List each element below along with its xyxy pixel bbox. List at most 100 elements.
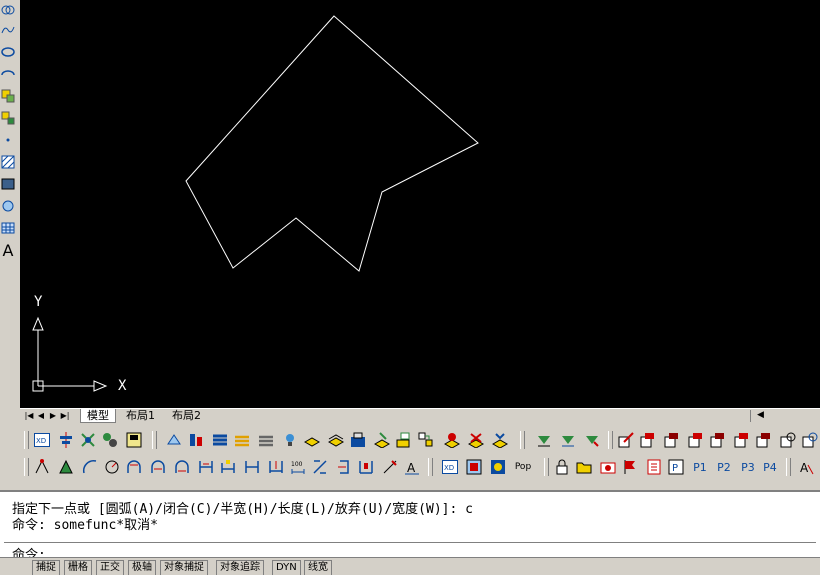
- p1-button[interactable]: P1: [690, 459, 710, 475]
- p-icon[interactable]: P: [668, 459, 684, 475]
- xref-bind-icon[interactable]: XD: [442, 459, 458, 475]
- p3-button[interactable]: P3: [738, 459, 758, 475]
- dim-icon-2[interactable]: [58, 459, 74, 475]
- dim-icon-3[interactable]: [82, 459, 98, 475]
- dim-icon-4[interactable]: [104, 459, 120, 475]
- layer-icon-13[interactable]: [492, 432, 508, 448]
- down-arrow-green-icon-1[interactable]: [536, 432, 552, 448]
- layer-icon-5[interactable]: [304, 432, 320, 448]
- align-icon[interactable]: [58, 432, 74, 448]
- dyn-toggle[interactable]: DYN: [272, 560, 301, 575]
- xref-icon[interactable]: XD: [34, 432, 50, 448]
- p2-button[interactable]: P2: [714, 459, 734, 475]
- dim-icon-12[interactable]: 100: [290, 459, 306, 475]
- pop-button[interactable]: Pop: [512, 459, 534, 475]
- osnap-toggle[interactable]: 对象捕捉: [160, 560, 208, 575]
- lineweight-toggle[interactable]: 线宽: [304, 560, 332, 575]
- open-folder-icon[interactable]: [576, 459, 592, 475]
- light-bulb-icon[interactable]: [282, 432, 298, 448]
- dim-icon-7[interactable]: [174, 459, 190, 475]
- next-tab-icon[interactable]: ▶: [48, 410, 58, 421]
- scroll-left-icon[interactable]: ◀: [757, 410, 764, 420]
- hatch-icon[interactable]: [0, 154, 16, 170]
- toolbar-grip[interactable]: [24, 458, 29, 476]
- otrack-toggle[interactable]: 对象追踪: [216, 560, 264, 575]
- dim-icon-11[interactable]: [268, 459, 284, 475]
- modify-icon-6[interactable]: [734, 432, 750, 448]
- marker-icon[interactable]: [646, 459, 662, 475]
- toolbar-grip[interactable]: [428, 458, 433, 476]
- dim-text-icon[interactable]: A: [404, 459, 420, 475]
- toolbar-grip[interactable]: [608, 431, 613, 449]
- polar-toggle[interactable]: 极轴: [128, 560, 156, 575]
- modify-icon-4[interactable]: [688, 432, 704, 448]
- point-icon[interactable]: [0, 132, 16, 148]
- grid-toggle[interactable]: 栅格: [64, 560, 92, 575]
- text-style-icon[interactable]: A: [798, 459, 814, 475]
- camera-icon[interactable]: [600, 459, 616, 475]
- ellipse-arc-icon[interactable]: [0, 66, 16, 82]
- dim-icon-10[interactable]: [244, 459, 260, 475]
- layer-icon-4[interactable]: [258, 432, 274, 448]
- dim-icon-6[interactable]: [150, 459, 166, 475]
- dim-icon-9[interactable]: [220, 459, 236, 475]
- dim-icon-1[interactable]: [34, 459, 50, 475]
- text-icon[interactable]: A: [0, 241, 16, 260]
- toolbar-grip[interactable]: [24, 431, 29, 449]
- tab-model[interactable]: 模型: [80, 409, 116, 423]
- ortho-toggle[interactable]: 正交: [96, 560, 124, 575]
- ellipse-icon[interactable]: [0, 44, 16, 60]
- flag-icon[interactable]: [622, 459, 638, 475]
- toolbar-grip[interactable]: [544, 458, 549, 476]
- modify-icon-3[interactable]: [664, 432, 680, 448]
- layer-icon-10[interactable]: [418, 432, 434, 448]
- first-tab-icon[interactable]: |◀: [24, 410, 34, 421]
- boundary-icon[interactable]: [0, 198, 16, 214]
- p4-button[interactable]: P4: [760, 459, 780, 475]
- spline-icon[interactable]: [0, 22, 16, 38]
- region-icon[interactable]: [0, 176, 16, 192]
- make-block-icon[interactable]: [0, 110, 16, 126]
- tab-layout2[interactable]: 布局2: [166, 409, 207, 422]
- toolbar-grip[interactable]: [520, 431, 525, 449]
- dim-icon-8[interactable]: [198, 459, 214, 475]
- modify-icon-7[interactable]: [756, 432, 772, 448]
- dim-icon-15[interactable]: [358, 459, 374, 475]
- toolbar-grip[interactable]: [152, 431, 157, 449]
- layer-icon-1[interactable]: [166, 432, 182, 448]
- layer-icon-12[interactable]: [468, 432, 484, 448]
- modify-icon-5[interactable]: [710, 432, 726, 448]
- modify-icon-2[interactable]: [640, 432, 656, 448]
- prev-tab-icon[interactable]: ◀: [36, 410, 46, 421]
- insert-block-icon[interactable]: [0, 88, 16, 104]
- dim-icon-14[interactable]: [336, 459, 352, 475]
- dim-icon-16[interactable]: [382, 459, 398, 475]
- modify-icon-9[interactable]: [802, 432, 818, 448]
- explode-icon[interactable]: [80, 432, 96, 448]
- last-tab-icon[interactable]: ▶|: [60, 410, 70, 421]
- image-icon[interactable]: [466, 459, 482, 475]
- dim-icon-13[interactable]: [312, 459, 328, 475]
- toolbar-grip[interactable]: [786, 458, 791, 476]
- cloud-icon[interactable]: [0, 2, 16, 18]
- layer-icon-11[interactable]: [444, 432, 460, 448]
- layer-icon-6[interactable]: [328, 432, 344, 448]
- properties-icon[interactable]: [102, 432, 118, 448]
- save-icon[interactable]: [126, 432, 142, 448]
- layer-manager-icon[interactable]: [212, 432, 228, 448]
- modify-icon-1[interactable]: [618, 432, 634, 448]
- layer-icon-2[interactable]: [188, 432, 204, 448]
- drawing-canvas[interactable]: Y X: [20, 0, 820, 408]
- lock-icon[interactable]: [554, 459, 570, 475]
- tab-layout1[interactable]: 布局1: [120, 409, 161, 422]
- info-icon[interactable]: [490, 459, 506, 475]
- table-icon[interactable]: [0, 220, 16, 236]
- layer-icon-9[interactable]: [396, 432, 412, 448]
- modify-icon-8[interactable]: [780, 432, 796, 448]
- layer-icon-3[interactable]: [234, 432, 250, 448]
- dim-icon-5[interactable]: [126, 459, 142, 475]
- layer-icon-8[interactable]: [374, 432, 390, 448]
- horizontal-scrollbar[interactable]: ◀: [750, 410, 820, 422]
- layer-icon-7[interactable]: [350, 432, 366, 448]
- down-arrow-green-icon-3[interactable]: [584, 432, 600, 448]
